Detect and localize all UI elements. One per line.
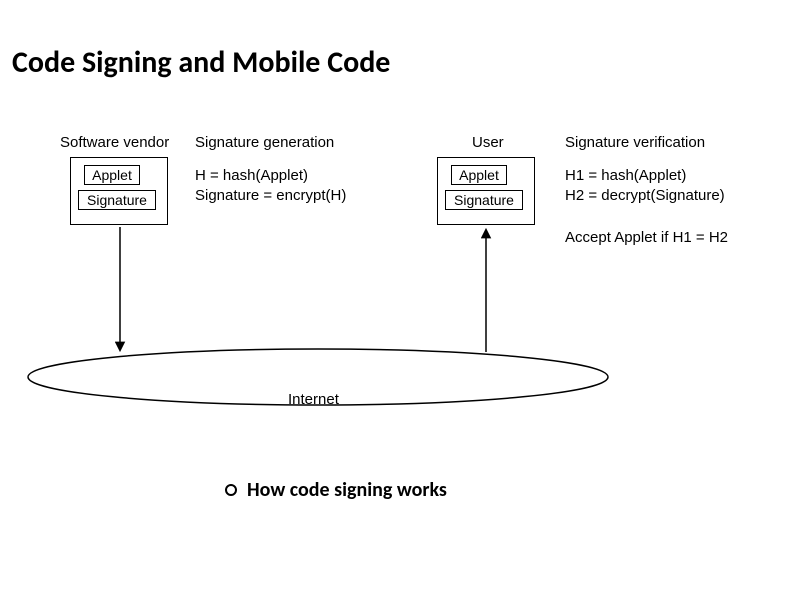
- slide: Code Signing and Mobile Code Software ve…: [0, 0, 794, 595]
- siggen-label: Signature generation: [195, 134, 334, 151]
- vendor-label: Software vendor: [60, 134, 169, 151]
- siggen-eq1: H = hash(Applet): [195, 166, 308, 186]
- sigver-eq1: H1 = hash(Applet): [565, 166, 686, 186]
- user-label: User: [472, 134, 504, 151]
- diagram-overlay: [0, 0, 794, 595]
- user-applet: Applet: [451, 165, 507, 185]
- sigver-label: Signature verification: [565, 134, 705, 151]
- internet-label: Internet: [288, 391, 339, 408]
- caption-text: How code signing works: [247, 478, 447, 502]
- vendor-applet: Applet: [84, 165, 140, 185]
- sigver-accept: Accept Applet if H1 = H2: [565, 228, 728, 248]
- sigver-eq2: H2 = decrypt(Signature): [565, 186, 725, 206]
- vendor-signature: Signature: [78, 190, 156, 210]
- user-signature: Signature: [445, 190, 523, 210]
- siggen-eq2: Signature = encrypt(H): [195, 186, 346, 206]
- slide-title: Code Signing and Mobile Code: [12, 44, 390, 81]
- caption-row: How code signing works: [225, 478, 447, 502]
- bullet-icon: [225, 484, 237, 496]
